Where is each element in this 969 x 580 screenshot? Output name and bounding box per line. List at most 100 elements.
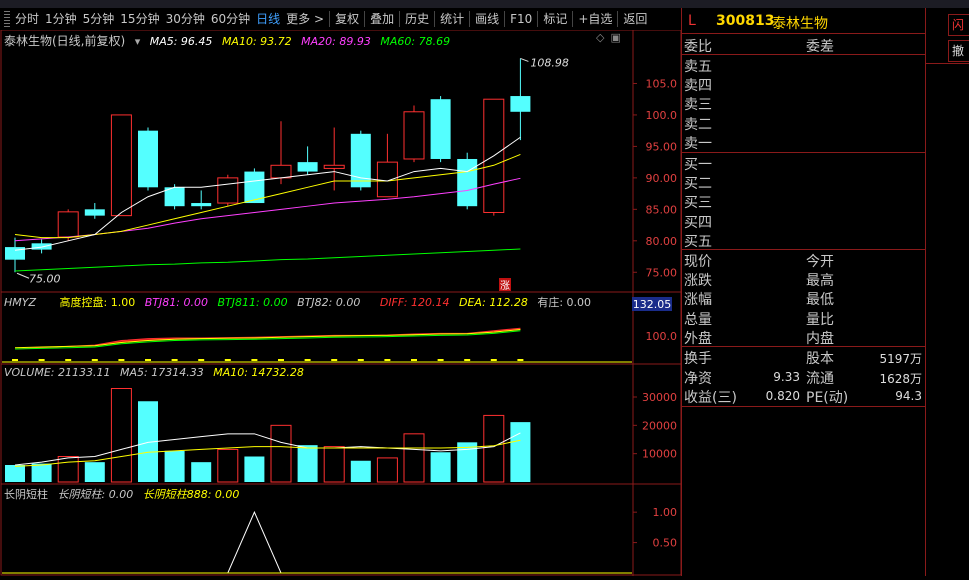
toolbar-divider: [537, 11, 539, 27]
volume-ma10: MA10: 14732.28: [213, 366, 304, 379]
statistics-button[interactable]: 统计: [437, 9, 467, 29]
volume-bar-down: [164, 450, 185, 482]
kline-chart-area[interactable]: 105.0 100.0 95.00 90.00 85.00 80.00 75.00 108.9…: [0, 29, 682, 576]
gdkp-marker: [357, 359, 364, 361]
stat-value: 5197万: [879, 352, 922, 366]
ma60-line: [14, 248, 521, 272]
toolbar-divider: [572, 11, 574, 27]
buy-level-label: 买二: [684, 176, 712, 193]
sell-level-label: 卖四: [684, 78, 712, 95]
diamond-icon[interactable]: ◇: [596, 31, 604, 44]
hmyz-value-box: 132.05: [633, 298, 672, 311]
price-y-tick-label: 95.00: [646, 140, 678, 153]
volume-bar-up: [376, 457, 398, 483]
add-watchlist-button[interactable]: +自选: [575, 9, 615, 29]
period-tab-daily[interactable]: 日线: [253, 9, 283, 29]
stat-label: 流通: [806, 370, 834, 387]
draw-line-button[interactable]: 画线: [472, 9, 502, 29]
toolbar-divider: [504, 11, 506, 27]
period-tab-1min[interactable]: 1分钟: [42, 9, 80, 29]
period-tab-more[interactable]: 更多 >: [283, 9, 327, 29]
ma20-label: MA20: 89.93: [301, 35, 371, 48]
gdkp-marker: [464, 359, 471, 361]
gdkp-marker: [171, 359, 178, 361]
hmyz-dea: DEA: 112.28: [459, 296, 528, 309]
volume-bar-up: [110, 388, 132, 483]
period-tab-60min[interactable]: 60分钟: [208, 9, 253, 29]
period-tab-30min[interactable]: 30分钟: [163, 9, 208, 29]
overlay-button[interactable]: 叠加: [367, 9, 397, 29]
cyzd-line: [15, 510, 521, 574]
gdkp-marker: [251, 359, 258, 361]
toolbar-grip-icon[interactable]: [4, 11, 10, 27]
toolbar-divider: [434, 11, 436, 27]
hmyz-youzhuang: 有庄: 0.00: [537, 296, 592, 309]
fuquan-button[interactable]: 复权: [332, 9, 362, 29]
volume-y-tick-label: 30000: [642, 391, 677, 404]
candle-body-up: [110, 114, 132, 217]
back-button[interactable]: 返回: [620, 9, 650, 29]
more-arrow-icon: >: [314, 12, 325, 26]
volume-bar-down: [244, 456, 265, 482]
candle-body-up: [323, 164, 345, 169]
hmyz-btj82: BTJ82: 0.00: [297, 296, 361, 309]
ma5-label: MA5: 96.45: [149, 35, 213, 48]
candle-body-down: [297, 162, 318, 172]
cancel-order-button[interactable]: 撤: [948, 40, 969, 62]
volume-bar-up: [270, 424, 292, 483]
gdkp-marker: [331, 359, 338, 361]
stat-label: 股本: [806, 351, 834, 367]
toolbar-divider: [399, 11, 401, 27]
quote-right-label: 今开: [806, 254, 834, 270]
low-marker-arrow: [16, 272, 30, 279]
more-label: 更多: [286, 12, 311, 26]
period-tab-fenshi[interactable]: 分时: [12, 9, 42, 29]
close-box-icon[interactable]: ▣: [610, 31, 620, 44]
mark-button[interactable]: 标记: [540, 9, 570, 29]
history-button[interactable]: 历史: [402, 9, 432, 29]
quote-right-label: 内盘: [806, 330, 834, 347]
stat-value: 0.820: [765, 389, 800, 403]
divider: [682, 406, 925, 407]
high-price-label: 108.98: [530, 56, 569, 69]
candle-body-down: [84, 209, 105, 216]
candle-body-down: [350, 133, 371, 188]
volume-bar-up: [323, 446, 345, 483]
ma10-label: MA10: 93.72: [221, 35, 292, 48]
f10-button[interactable]: F10: [507, 9, 535, 29]
gdkp-marker: [38, 359, 45, 361]
gdkp-marker: [437, 359, 444, 361]
hmyz-name: HMYZ: [4, 296, 37, 309]
sell-level-label: 卖一: [684, 135, 712, 152]
volume-bar-down: [84, 462, 105, 482]
hmyz-y-tick-label: 100.0: [646, 330, 678, 343]
price-y-tick-label: 80.00: [646, 235, 678, 248]
stock-name[interactable]: 泰林生物: [772, 13, 828, 33]
divider: [682, 33, 925, 34]
quote-left-label: 总量: [684, 311, 712, 328]
period-tab-15min[interactable]: 15分钟: [117, 9, 162, 29]
hmyz-gdkp: 高度控盘: 1.00: [59, 296, 136, 309]
gdkp-marker: [12, 359, 18, 361]
stock-code[interactable]: 300813: [716, 13, 774, 29]
hmyz-btj811: BTJ811: 0.00: [217, 296, 288, 309]
volume-bar-down: [5, 465, 25, 482]
toolbar-divider: [364, 11, 366, 27]
quote-right-label: 量比: [806, 311, 834, 328]
buy-level-label: 买三: [684, 195, 712, 212]
candle-body-down: [430, 99, 451, 159]
flash-order-button[interactable]: 闪: [948, 14, 969, 36]
buy-level-label: 买五: [684, 233, 712, 250]
dropdown-icon[interactable]: ▾: [135, 35, 141, 48]
cyzd-name: 长阴短柱: [4, 488, 48, 501]
period-tab-5min[interactable]: 5分钟: [80, 9, 118, 29]
candle-body-up: [376, 161, 398, 198]
volume-y-tick-label: 10000: [642, 448, 677, 461]
volume-y-tick-label: 20000: [642, 419, 677, 432]
quote-flag: L: [688, 13, 696, 29]
volume-bar-up: [217, 448, 239, 483]
candle-body-up: [403, 111, 425, 160]
volume-name: VOLUME: 21133.11: [4, 366, 111, 379]
main-title: 泰林生物(日线,前复权): [4, 34, 126, 48]
high-marker-arrow: [520, 57, 529, 62]
